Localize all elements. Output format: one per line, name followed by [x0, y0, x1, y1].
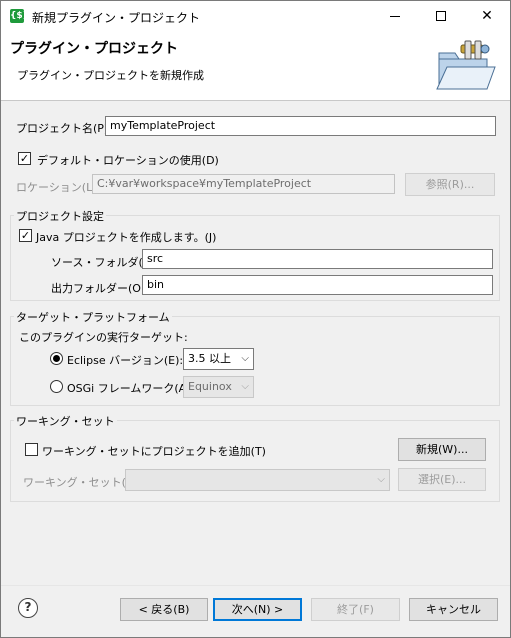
eclipse-version-value: 3.5 以上 [188, 352, 231, 365]
working-sets-title: ワーキング・セット [14, 413, 117, 429]
checkmark-icon: ✓ [19, 152, 30, 165]
osgi-framework-label: OSGi フレームワーク(A): [67, 382, 195, 395]
close-icon: ✕ [481, 8, 493, 24]
source-folder-input[interactable]: src [142, 249, 493, 269]
eclipse-app-icon: {$} [10, 9, 30, 23]
close-button[interactable]: ✕ [464, 1, 510, 32]
minimize-button[interactable] [372, 1, 418, 32]
osgi-framework-value: Equinox [188, 380, 232, 393]
eclipse-version-combo[interactable]: 3.5 以上 ⌵ [183, 348, 254, 370]
chevron-down-icon: ⌵ [377, 474, 385, 485]
location-label: ロケーション(L): [16, 181, 101, 194]
project-name-label: プロジェクト名(P): [16, 122, 112, 135]
use-default-location-label: デフォルト・ロケーションの使用(D) [37, 154, 219, 167]
osgi-framework-combo[interactable]: Equinox ⌵ [183, 376, 254, 398]
folder-wizard-icon [436, 40, 496, 90]
cancel-button[interactable]: キャンセル [409, 598, 498, 621]
create-java-project-label: Java プロジェクトを作成します。(J) [36, 231, 217, 244]
back-button[interactable]: < 戻る(B) [120, 598, 208, 621]
target-intro-label: このプラグインの実行ターゲット: [19, 331, 188, 344]
next-button[interactable]: 次へ(N) > [213, 598, 302, 621]
use-default-location-checkbox[interactable]: ✓ [18, 152, 31, 165]
target-platform-title: ターゲット・プラットフォーム [14, 309, 172, 325]
add-to-working-set-checkbox[interactable] [25, 443, 38, 456]
browse-button[interactable]: 参照(R)... [405, 173, 495, 196]
output-folder-label: 出力フォルダー(O): [51, 282, 149, 295]
wizard-subtitle: プラグイン・プロジェクトを新規作成 [17, 69, 204, 82]
finish-button[interactable]: 終了(F) [311, 598, 400, 621]
add-to-working-set-label: ワーキング・セットにプロジェクトを追加(T) [42, 445, 266, 458]
wizard-title: プラグイン・プロジェクト [10, 41, 178, 57]
chevron-down-icon: ⌵ [241, 381, 249, 392]
project-name-input[interactable]: myTemplateProject [105, 116, 496, 136]
project-settings-title: プロジェクト設定 [14, 208, 106, 224]
chevron-down-icon: ⌵ [241, 353, 249, 364]
title-bar: {$} 新規プラグイン・プロジェクト ✕ [1, 1, 510, 32]
wizard-header: プラグイン・プロジェクト プラグイン・プロジェクトを新規作成 [1, 32, 510, 101]
help-icon[interactable]: ? [18, 598, 38, 618]
maximize-button[interactable] [418, 1, 464, 32]
new-plugin-project-dialog: {$} 新規プラグイン・プロジェクト ✕ プラグイン・プロジェクト プラグイン・… [0, 0, 511, 638]
new-working-set-button[interactable]: 新規(W)... [398, 438, 486, 461]
eclipse-version-radio[interactable] [50, 352, 63, 365]
footer-separator [1, 585, 510, 586]
location-input[interactable]: C:¥var¥workspace¥myTemplateProject [92, 174, 395, 194]
maximize-icon [436, 11, 446, 21]
create-java-project-checkbox[interactable]: ✓ [19, 229, 32, 242]
output-folder-input[interactable]: bin [142, 275, 493, 295]
checkmark-icon: ✓ [20, 229, 31, 242]
osgi-framework-radio[interactable] [50, 380, 63, 393]
window-title: 新規プラグイン・プロジェクト [32, 11, 201, 25]
select-working-set-button[interactable]: 選択(E)... [398, 468, 486, 491]
eclipse-version-label: Eclipse バージョン(E): [67, 354, 184, 367]
minimize-icon [390, 15, 400, 17]
working-sets-combo[interactable]: ⌵ [125, 469, 390, 491]
